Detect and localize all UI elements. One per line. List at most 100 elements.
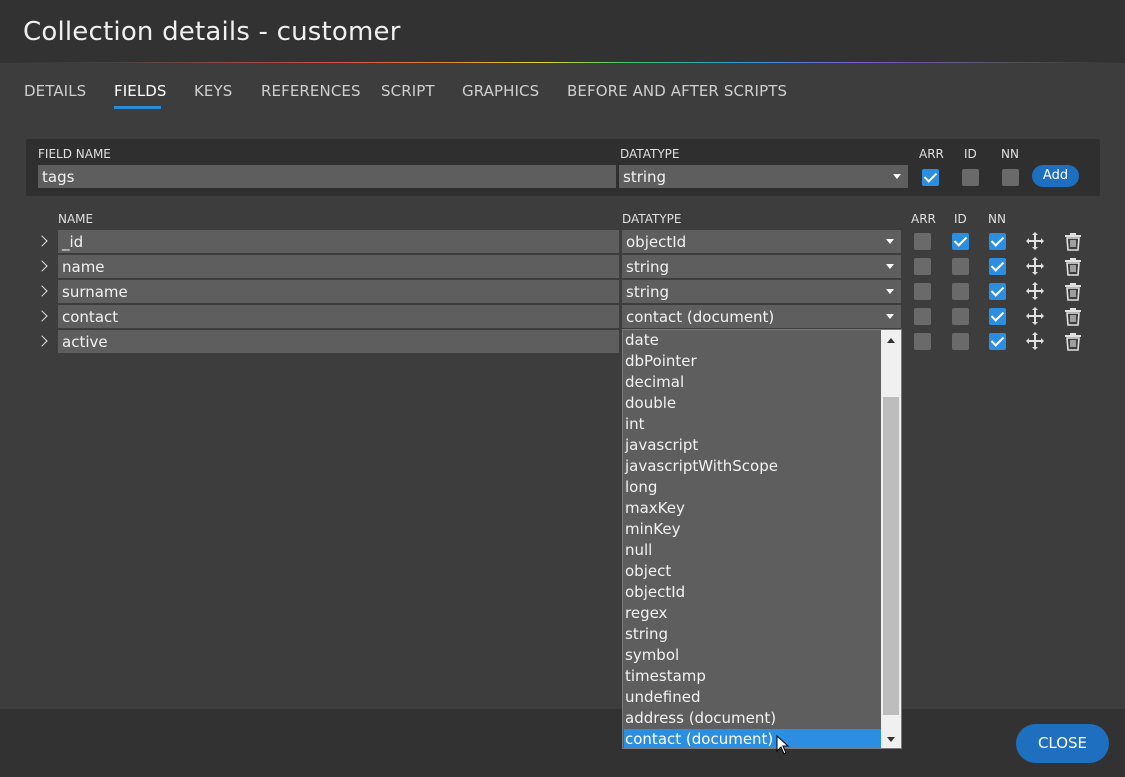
nn-header: NN (1001, 147, 1019, 161)
dropdown-option[interactable]: double (624, 393, 881, 414)
move-arrows-icon[interactable] (1025, 231, 1045, 251)
trash-icon[interactable] (1063, 231, 1083, 251)
trash-icon[interactable] (1063, 281, 1083, 301)
caret-down-icon (886, 239, 894, 244)
move-arrows-icon[interactable] (1025, 281, 1045, 301)
row-arr-checkbox[interactable] (914, 333, 931, 350)
dropdown-option[interactable]: timestamp (624, 666, 881, 687)
row-arr-checkbox[interactable] (914, 283, 931, 300)
dropdown-option[interactable]: maxKey (624, 498, 881, 519)
dialog-footer (0, 709, 1125, 777)
tab-script[interactable]: SCRIPT (381, 82, 435, 100)
row-id-checkbox[interactable] (952, 233, 969, 250)
arr-header: ARR (919, 147, 944, 161)
row-nn-checkbox[interactable] (989, 283, 1006, 300)
dropdown-option[interactable]: undefined (624, 687, 881, 708)
chevron-right-icon[interactable] (36, 335, 48, 347)
field-row-datatype[interactable]: string (622, 255, 901, 278)
row-id-checkbox[interactable] (952, 283, 969, 300)
caret-down-icon (886, 289, 894, 294)
row-arr-checkbox[interactable] (914, 233, 931, 250)
field-name-input[interactable]: tags (38, 165, 616, 188)
tab-bar: DETAILS FIELDS KEYS REFERENCES SCRIPT GR… (0, 63, 1125, 119)
trash-icon[interactable] (1063, 306, 1083, 326)
id-checkbox[interactable] (962, 169, 979, 186)
tab-graphics[interactable]: GRAPHICS (462, 82, 539, 100)
field-row-name[interactable]: _id (58, 230, 619, 253)
caret-down-icon (886, 264, 894, 269)
scrollbar-thumb[interactable] (883, 397, 899, 715)
dropdown-option[interactable]: objectId (624, 582, 881, 603)
datatype-value: contact (document) (626, 308, 775, 326)
dropdown-option[interactable]: symbol (624, 645, 881, 666)
move-arrows-icon[interactable] (1025, 306, 1045, 326)
dropdown-option[interactable]: string (624, 624, 881, 645)
dropdown-option[interactable]: minKey (624, 519, 881, 540)
scroll-up-arrow-icon[interactable] (887, 338, 895, 343)
dropdown-option[interactable]: null (624, 540, 881, 561)
dropdown-option[interactable]: address (document) (624, 708, 881, 729)
datatype-value: string (626, 258, 670, 276)
field-row-name[interactable]: surname (58, 280, 619, 303)
datatype-value: objectId (626, 233, 687, 251)
tab-details[interactable]: DETAILS (24, 82, 86, 100)
id-column-header: ID (954, 212, 967, 226)
caret-down-icon (886, 314, 894, 319)
dropdown-option[interactable]: javascriptWithScope (624, 456, 881, 477)
datatype-header: DATATYPE (620, 147, 680, 161)
chevron-right-icon[interactable] (36, 285, 48, 297)
row-arr-checkbox[interactable] (914, 258, 931, 275)
dropdown-option[interactable]: object (624, 561, 881, 582)
field-name-header: FIELD NAME (38, 147, 111, 161)
add-button[interactable]: Add (1032, 165, 1079, 187)
dropdown-option[interactable]: decimal (624, 372, 881, 393)
arr-checkbox[interactable] (922, 169, 939, 186)
dropdown-option[interactable]: date (624, 330, 881, 351)
trash-icon[interactable] (1063, 256, 1083, 276)
row-id-checkbox[interactable] (952, 258, 969, 275)
move-arrows-icon[interactable] (1025, 256, 1045, 276)
dropdown-option[interactable]: long (624, 477, 881, 498)
row-nn-checkbox[interactable] (989, 258, 1006, 275)
tab-keys[interactable]: KEYS (194, 82, 232, 100)
row-nn-checkbox[interactable] (989, 333, 1006, 350)
field-row-datatype[interactable]: contact (document) (622, 305, 901, 328)
field-row-datatype[interactable]: objectId (622, 230, 901, 253)
tab-before-after-scripts[interactable]: BEFORE AND AFTER SCRIPTS (567, 82, 787, 100)
move-arrows-icon[interactable] (1025, 331, 1045, 351)
field-row-datatype[interactable]: string (622, 280, 901, 303)
tab-fields[interactable]: FIELDS (114, 82, 167, 100)
caret-down-icon (893, 174, 901, 179)
field-row-name[interactable]: contact (58, 305, 619, 328)
datatype-value: string (626, 283, 670, 301)
row-nn-checkbox[interactable] (989, 308, 1006, 325)
tab-references[interactable]: REFERENCES (261, 82, 361, 100)
dropdown-option[interactable]: regex (624, 603, 881, 624)
nn-column-header: NN (988, 212, 1006, 226)
dropdown-scrollbar[interactable] (881, 330, 901, 748)
close-button[interactable]: CLOSE (1016, 724, 1109, 763)
name-column-header: NAME (58, 212, 94, 226)
dropdown-option[interactable]: dbPointer (624, 351, 881, 372)
dropdown-option[interactable]: int (624, 414, 881, 435)
datatype-select[interactable]: string (619, 165, 908, 188)
chevron-right-icon[interactable] (36, 260, 48, 272)
chevron-right-icon[interactable] (36, 310, 48, 322)
datatype-column-header: DATATYPE (622, 212, 682, 226)
nn-checkbox[interactable] (1002, 169, 1019, 186)
row-arr-checkbox[interactable] (914, 308, 931, 325)
dropdown-option[interactable]: javascript (624, 435, 881, 456)
id-header: ID (964, 147, 977, 161)
arr-column-header: ARR (911, 212, 936, 226)
datatype-dropdown-list[interactable]: date dbPointer decimal double int javasc… (622, 329, 902, 749)
row-id-checkbox[interactable] (952, 333, 969, 350)
field-row-name[interactable]: active (58, 330, 619, 353)
trash-icon[interactable] (1063, 331, 1083, 351)
scroll-down-arrow-icon[interactable] (887, 737, 895, 742)
field-row-name[interactable]: name (58, 255, 619, 278)
row-id-checkbox[interactable] (952, 308, 969, 325)
mouse-cursor-icon (776, 735, 790, 755)
chevron-right-icon[interactable] (36, 235, 48, 247)
row-nn-checkbox[interactable] (989, 233, 1006, 250)
dropdown-option-selected[interactable]: contact (document) (624, 729, 881, 748)
